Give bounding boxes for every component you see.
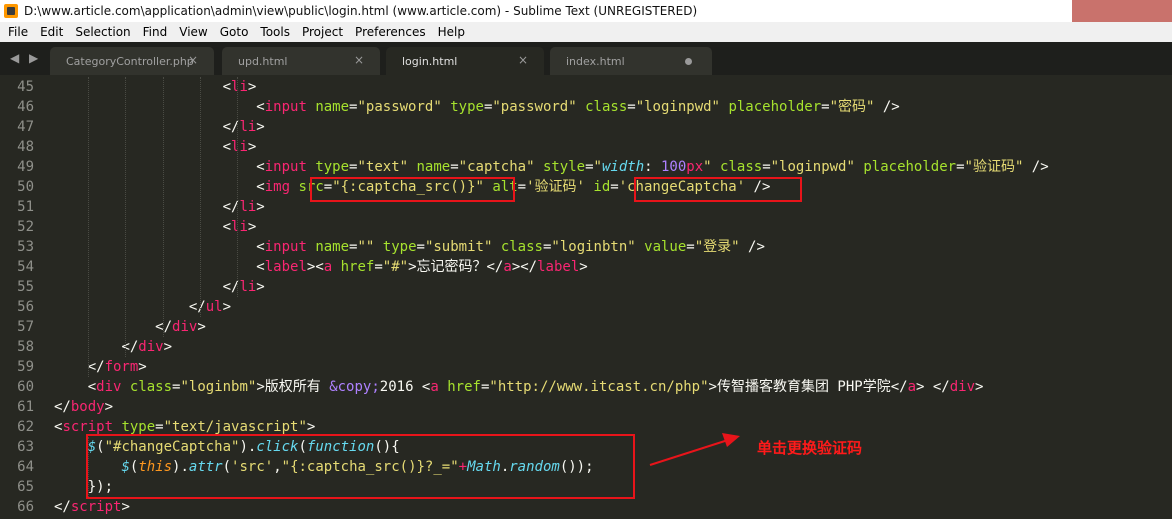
sublime-app-icon: [4, 4, 18, 18]
title-bar: D:\www.article.com\application\admin\vie…: [0, 0, 1172, 22]
menu-project[interactable]: Project: [296, 22, 349, 42]
tab-label: index.html: [566, 54, 625, 68]
menu-preferences[interactable]: Preferences: [349, 22, 432, 42]
unsaved-dot-icon[interactable]: [685, 58, 692, 65]
window-controls[interactable]: [1072, 0, 1172, 22]
tab-close-icon[interactable]: ×: [188, 53, 198, 67]
tab-label: CategoryController.php: [66, 54, 194, 68]
menu-goto[interactable]: Goto: [214, 22, 255, 42]
tab-login[interactable]: login.html ×: [386, 47, 544, 75]
annotation-label: 单击更换验证码: [757, 439, 863, 457]
tab-upd[interactable]: upd.html ×: [222, 47, 380, 75]
annotation-arrow-icon: [649, 433, 740, 466]
menu-selection[interactable]: Selection: [69, 22, 136, 42]
menu-bar: File Edit Selection Find View Goto Tools…: [0, 22, 1172, 42]
window-title: D:\www.article.com\application\admin\vie…: [24, 4, 698, 18]
tab-close-icon[interactable]: ×: [354, 53, 364, 67]
tab-label: upd.html: [238, 54, 288, 68]
menu-find[interactable]: Find: [137, 22, 174, 42]
menu-edit[interactable]: Edit: [34, 22, 69, 42]
menu-file[interactable]: File: [2, 22, 34, 42]
tab-label: login.html: [402, 54, 458, 68]
tab-nav-arrows[interactable]: ◀ ▶: [10, 51, 41, 65]
tab-close-icon[interactable]: ×: [518, 53, 528, 67]
menu-tools[interactable]: Tools: [254, 22, 296, 42]
code-editor[interactable]: 45 46 47 48 49 50 51 52 53 54 55 56 57 58 59 60 61 62 63 64…: [0, 75, 1172, 519]
tab-bar: ◀ ▶ CategoryController.php × upd.html × …: [0, 42, 1172, 75]
menu-help[interactable]: Help: [432, 22, 471, 42]
menu-view[interactable]: View: [173, 22, 213, 42]
tab-category-controller[interactable]: CategoryController.php ×: [50, 47, 214, 75]
tab-index[interactable]: index.html: [550, 47, 712, 75]
